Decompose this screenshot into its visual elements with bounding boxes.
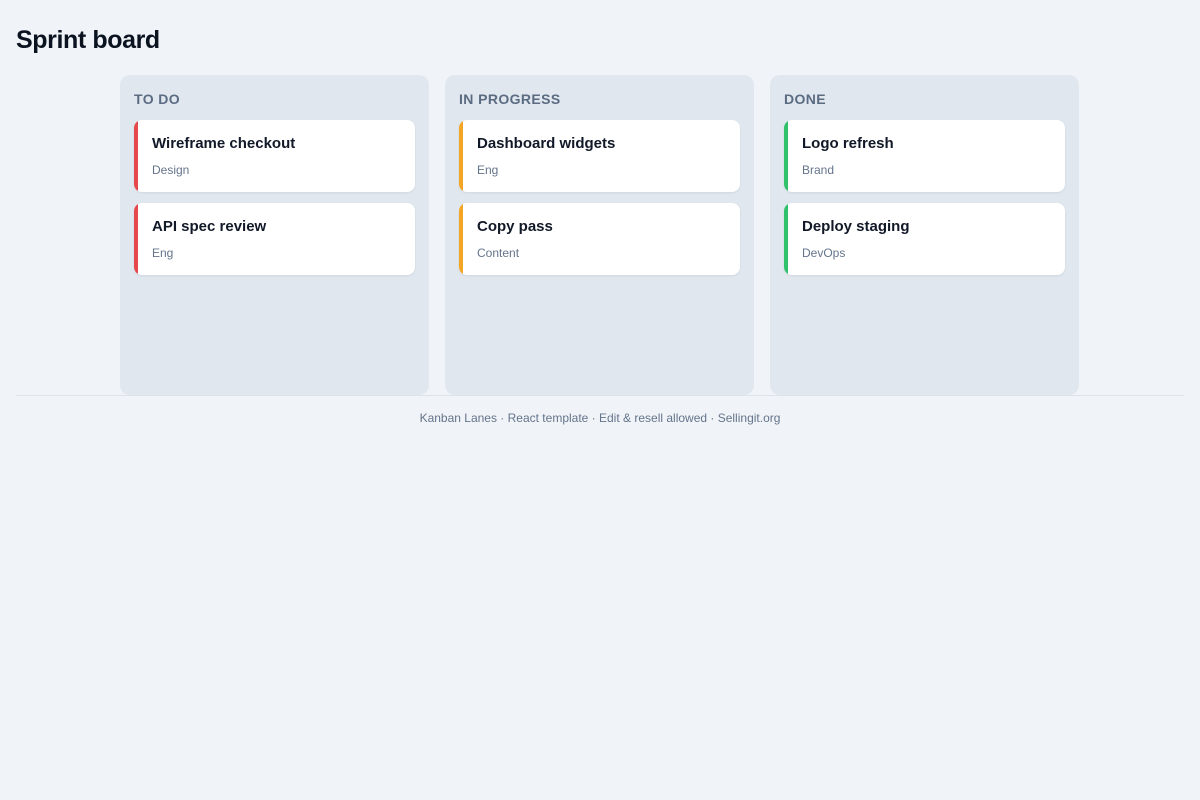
card-tag: Eng <box>152 246 174 260</box>
lane-done: DONE Logo refresh Brand Deploy staging D… <box>770 75 1079 395</box>
card-accent <box>134 120 138 192</box>
task-card[interactable]: Copy pass Content <box>459 203 740 275</box>
lane-title: TO DO <box>134 91 181 107</box>
card-tag: DevOps <box>802 246 846 260</box>
card-title: API spec review <box>152 218 267 235</box>
card-tag: Design <box>152 163 190 177</box>
lane-title: DONE <box>784 91 827 107</box>
card-title: Logo refresh <box>802 135 894 152</box>
card-tag: Eng <box>477 163 499 177</box>
card-accent <box>459 203 463 275</box>
card-title: Wireframe checkout <box>152 135 296 152</box>
footer-credit: Kanban Lanes · React template · Edit & r… <box>419 411 781 425</box>
card-tag: Brand <box>802 163 835 177</box>
task-card[interactable]: API spec review Eng <box>134 203 415 275</box>
task-card[interactable]: Dashboard widgets Eng <box>459 120 740 192</box>
lane-todo: TO DO Wireframe checkout Design API spec… <box>120 75 429 395</box>
card-title: Copy pass <box>477 218 553 235</box>
page-title: Sprint board <box>16 26 160 54</box>
card-accent <box>459 120 463 192</box>
task-card[interactable]: Deploy staging DevOps <box>784 203 1065 275</box>
kanban-board: TO DO Wireframe checkout Design API spec… <box>120 75 1079 395</box>
card-accent <box>134 203 138 275</box>
card-title: Deploy staging <box>802 218 910 235</box>
card-tag: Content <box>477 246 520 260</box>
card-accent <box>784 120 788 192</box>
footer-divider <box>16 395 1184 396</box>
card-accent <box>784 203 788 275</box>
app-root: Sprint board TO DO Wireframe checkout De… <box>0 0 1200 800</box>
card-title: Dashboard widgets <box>477 135 616 152</box>
lane-in-progress: IN PROGRESS Dashboard widgets Eng Copy p… <box>445 75 754 395</box>
lane-title: IN PROGRESS <box>459 91 561 107</box>
task-card[interactable]: Wireframe checkout Design <box>134 120 415 192</box>
task-card[interactable]: Logo refresh Brand <box>784 120 1065 192</box>
